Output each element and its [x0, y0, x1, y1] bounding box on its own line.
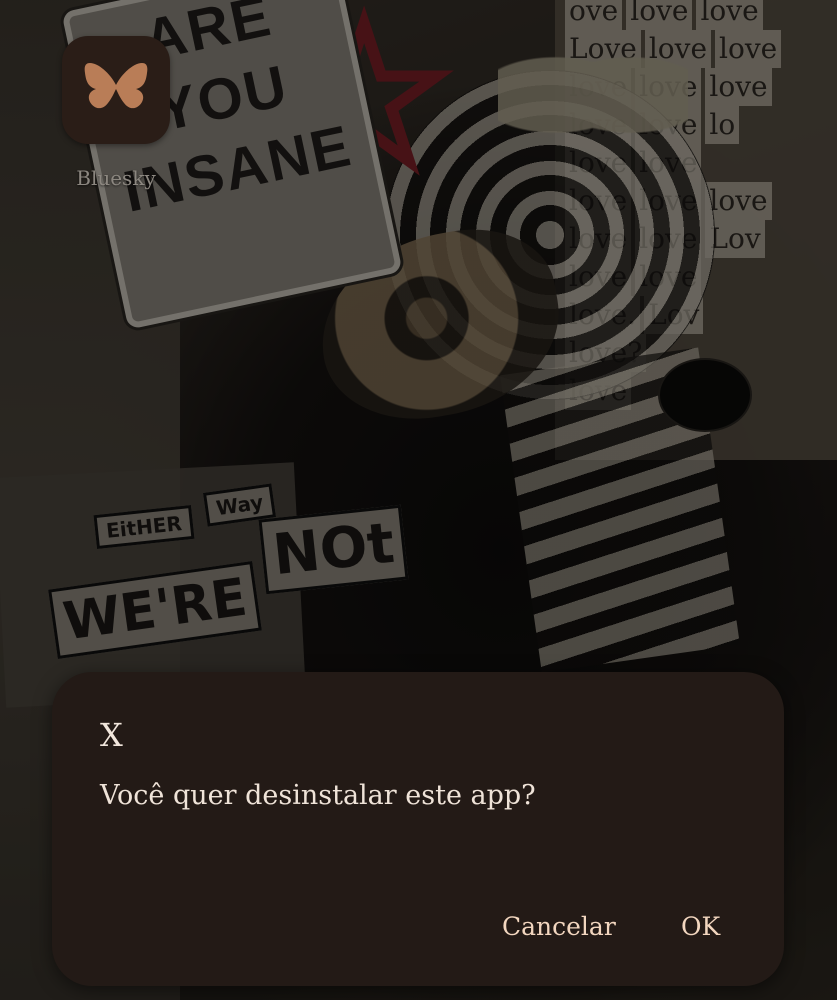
dialog-message: Você quer desinstalar este app? — [100, 780, 536, 811]
bluesky-app-icon[interactable] — [62, 36, 170, 144]
cancel-button[interactable]: Cancelar — [494, 906, 624, 948]
app-label: Bluesky — [76, 166, 156, 190]
ok-button[interactable]: OK — [673, 906, 728, 948]
butterfly-icon — [84, 63, 148, 109]
dialog-title: X — [100, 716, 123, 754]
home-screen: oveloveloveLovelovelovelovelovelovelovel… — [0, 0, 837, 1000]
uninstall-dialog: X Você quer desinstalar este app? Cancel… — [52, 672, 784, 986]
